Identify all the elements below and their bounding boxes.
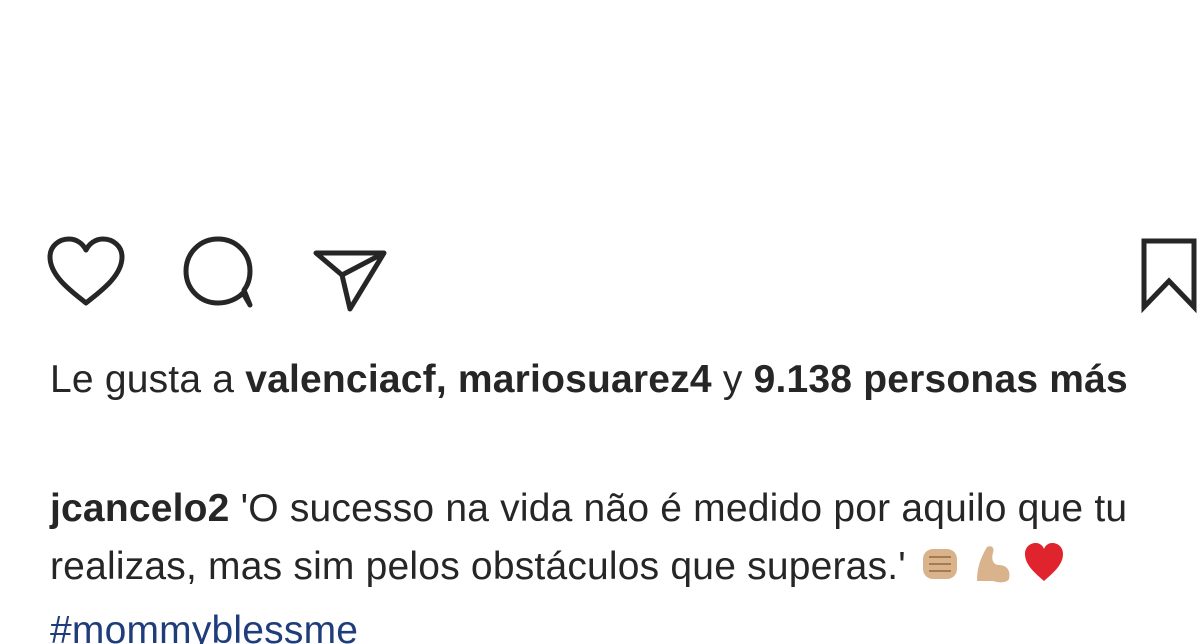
comment-button[interactable]	[180, 233, 258, 311]
speech-bubble-icon	[183, 236, 253, 308]
caption-hashtag[interactable]: #mommyblessme	[50, 609, 358, 644]
liker-mariosuarez4[interactable]: mariosuarez4	[458, 358, 712, 401]
save-button[interactable]	[1138, 235, 1200, 315]
like-button[interactable]	[44, 235, 128, 309]
fist-bump-emoji	[917, 539, 963, 602]
likes-conjunction: y	[722, 358, 743, 401]
bookmark-icon	[1141, 238, 1197, 314]
heart-outline-icon	[47, 236, 125, 306]
share-button[interactable]	[310, 237, 390, 313]
red-heart-emoji	[1021, 539, 1067, 602]
paper-plane-icon	[313, 250, 387, 312]
liker-valenciacf[interactable]: valenciacf,	[245, 358, 447, 401]
post-image-area[interactable]	[0, 0, 1200, 215]
post-caption: jcancelo2 'O sucesso na vida não é medid…	[50, 480, 1190, 644]
likes-summary: Le gusta a valenciacf, mariosuarez4 y 9.…	[50, 352, 1180, 407]
post-action-bar	[0, 225, 1200, 315]
caption-username[interactable]: jcancelo2	[50, 487, 230, 530]
likes-prefix: Le gusta a	[50, 358, 235, 401]
likes-suffix[interactable]: personas más	[863, 358, 1128, 401]
instagram-post: Le gusta a valenciacf, mariosuarez4 y 9.…	[0, 0, 1200, 644]
likes-count[interactable]: 9.138	[754, 358, 853, 401]
flexed-biceps-emoji	[969, 539, 1015, 602]
